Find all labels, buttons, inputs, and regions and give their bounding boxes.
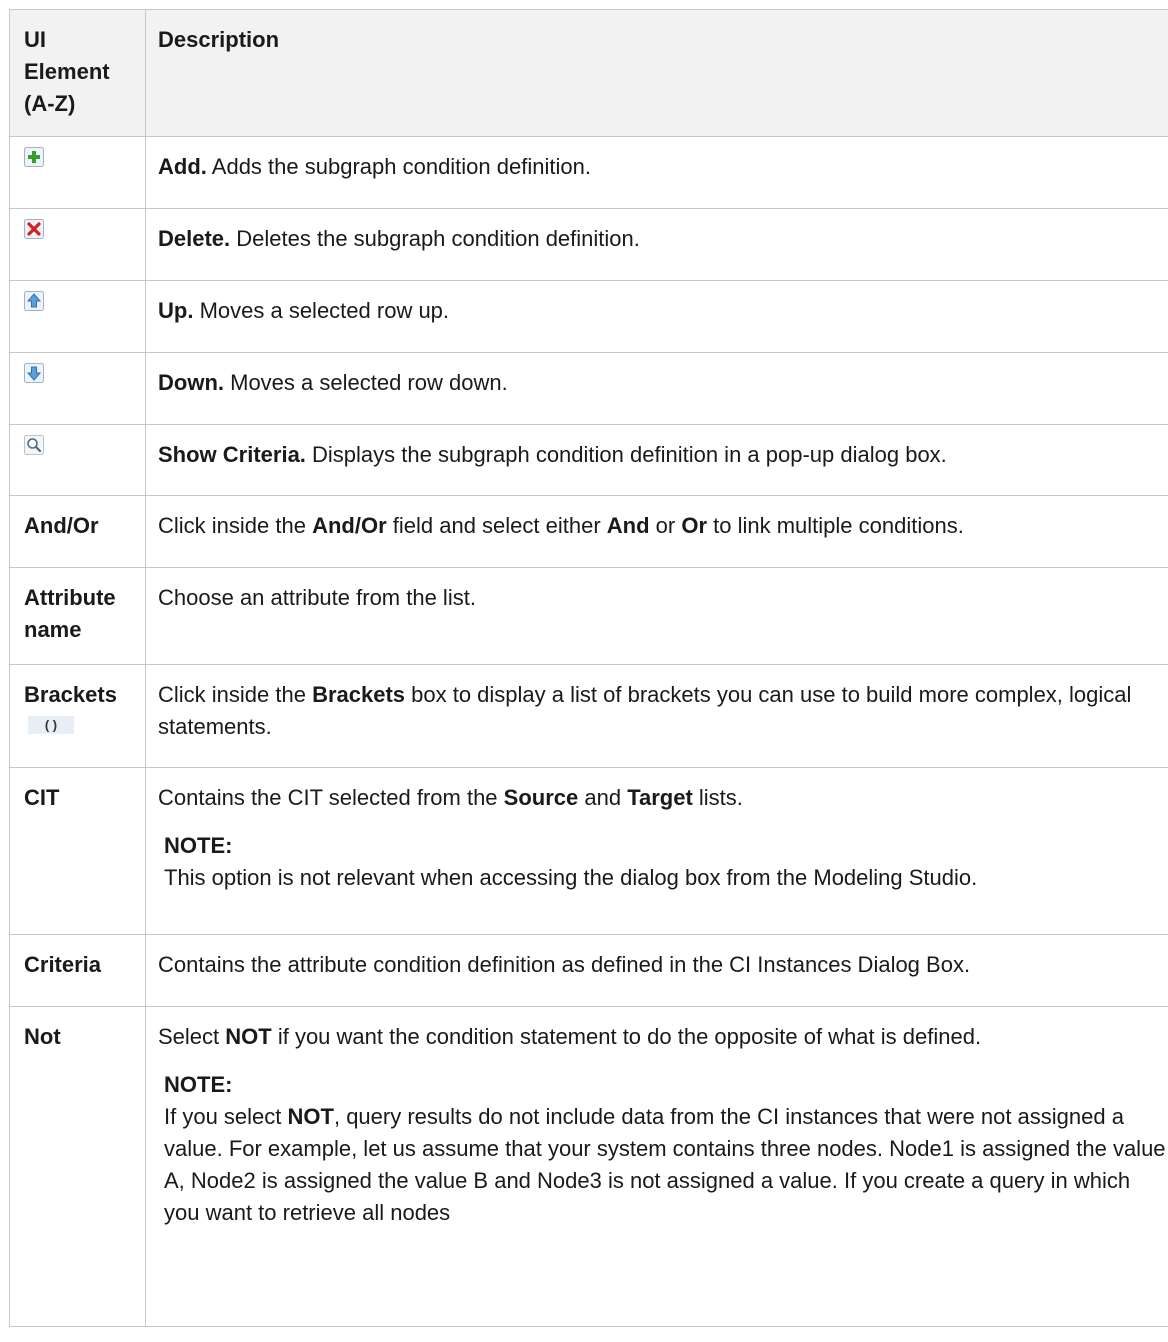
- cit-main-text: Contains the CIT selected from the Sourc…: [158, 782, 1168, 814]
- not-main-text: Select NOT if you want the condition sta…: [158, 1021, 1168, 1053]
- header-ui-element-label: UI Element (A-Z): [24, 27, 110, 116]
- cit-note-label: NOTE:: [164, 833, 233, 858]
- table-row: Not Select NOT if you want the condition…: [9, 1006, 1168, 1327]
- table-row: Criteria Contains the attribute conditio…: [9, 934, 1168, 1007]
- andor-text-2: field and select either: [386, 513, 607, 538]
- criteria-name: Criteria: [9, 934, 146, 1007]
- table-row: Brackets ( ) Click inside the Brackets b…: [9, 664, 1168, 768]
- down-icon-cell: [9, 352, 146, 425]
- not-name: Not: [9, 1006, 146, 1327]
- not-note: NOTE: If you select NOT, query results d…: [164, 1069, 1168, 1229]
- add-description: Add. Adds the subgraph condition definit…: [145, 136, 1168, 209]
- delete-term: Delete.: [158, 226, 231, 251]
- up-description: Up. Moves a selected row up.: [145, 280, 1168, 353]
- cit-bold-2: Target: [627, 785, 693, 810]
- not-description: Select NOT if you want the condition sta…: [145, 1006, 1168, 1327]
- table-row: And/Or Click inside the And/Or field and…: [9, 495, 1168, 568]
- cit-text-3: lists.: [692, 785, 743, 810]
- up-text: Moves a selected row up.: [193, 298, 450, 323]
- andor-description: Click inside the And/Or field and select…: [145, 495, 1168, 568]
- table-row: CIT Contains the CIT selected from the S…: [9, 767, 1168, 935]
- show-criteria-icon-cell: [9, 424, 146, 496]
- add-text: Adds the subgraph condition definition.: [206, 154, 591, 179]
- not-note-bold-1: NOT: [287, 1104, 334, 1129]
- not-note-label: NOTE:: [164, 1072, 233, 1097]
- not-note-text: If you select NOT, query results do not …: [164, 1101, 1168, 1229]
- add-icon: [24, 147, 44, 167]
- delete-text: Deletes the subgraph condition definitio…: [230, 226, 640, 251]
- show-criteria-icon: [24, 435, 44, 455]
- down-term: Down.: [158, 370, 224, 395]
- table-header-row: UI Element (A-Z) Description: [9, 9, 1168, 137]
- ui-elements-table: UI Element (A-Z) Description Add. Adds t…: [9, 9, 1168, 1327]
- andor-bold-1: And/Or: [312, 513, 387, 538]
- not-note-text-1: If you select: [164, 1104, 288, 1129]
- header-description: Description: [145, 9, 1168, 137]
- andor-text-1: Click inside the: [158, 513, 313, 538]
- cit-bold-1: Source: [503, 785, 579, 810]
- add-icon-cell: [9, 136, 146, 209]
- table-row: Down. Moves a selected row down.: [9, 352, 1168, 425]
- brackets-name: Brackets: [24, 682, 117, 707]
- up-term: Up.: [158, 298, 194, 323]
- andor-text-4: to link multiple conditions.: [707, 513, 964, 538]
- header-description-label: Description: [158, 27, 280, 52]
- cit-text-2: and: [578, 785, 628, 810]
- header-ui-element: UI Element (A-Z): [9, 9, 146, 137]
- delete-description: Delete. Deletes the subgraph condition d…: [145, 208, 1168, 281]
- cit-note: NOTE: This option is not relevant when a…: [164, 830, 1168, 894]
- attribute-description: Choose an attribute from the list.: [145, 567, 1168, 665]
- cit-name: CIT: [9, 767, 146, 935]
- andor-text-3: or: [649, 513, 682, 538]
- attribute-name: Attribute name: [9, 567, 146, 665]
- cit-note-text: This option is not relevant when accessi…: [164, 865, 978, 890]
- brackets-icon: ( ): [28, 716, 74, 734]
- brackets-description: Click inside the Brackets box to display…: [145, 664, 1168, 768]
- show-criteria-description: Show Criteria. Displays the subgraph con…: [145, 424, 1168, 496]
- brackets-name-cell: Brackets ( ): [9, 664, 146, 768]
- andor-bold-3: Or: [681, 513, 708, 538]
- delete-icon-cell: [9, 208, 146, 281]
- not-text-1: Select: [158, 1024, 226, 1049]
- down-description: Down. Moves a selected row down.: [145, 352, 1168, 425]
- criteria-description: Contains the attribute condition definit…: [145, 934, 1168, 1007]
- andor-bold-2: And: [606, 513, 650, 538]
- brackets-icon-text: ( ): [45, 718, 57, 733]
- not-text-2: if you want the condition statement to d…: [271, 1024, 982, 1049]
- cit-description: Contains the CIT selected from the Sourc…: [145, 767, 1168, 935]
- table-row: Show Criteria. Displays the subgraph con…: [9, 424, 1168, 496]
- brackets-text-1: Click inside the: [158, 682, 313, 707]
- table-row: Attribute name Choose an attribute from …: [9, 567, 1168, 665]
- table-row: Delete. Deletes the subgraph condition d…: [9, 208, 1168, 281]
- down-text: Moves a selected row down.: [224, 370, 508, 395]
- down-icon: [24, 363, 44, 383]
- table-row: Add. Adds the subgraph condition definit…: [9, 136, 1168, 209]
- up-icon-cell: [9, 280, 146, 353]
- show-criteria-term: Show Criteria.: [158, 442, 306, 467]
- add-term: Add.: [158, 154, 207, 179]
- brackets-bold-1: Brackets: [312, 682, 406, 707]
- up-icon: [24, 291, 44, 311]
- cit-text-1: Contains the CIT selected from the: [158, 785, 504, 810]
- andor-name: And/Or: [9, 495, 146, 568]
- show-criteria-text: Displays the subgraph condition definiti…: [305, 442, 947, 467]
- table-row: Up. Moves a selected row up.: [9, 280, 1168, 353]
- delete-icon: [24, 219, 44, 239]
- not-bold-1: NOT: [225, 1024, 272, 1049]
